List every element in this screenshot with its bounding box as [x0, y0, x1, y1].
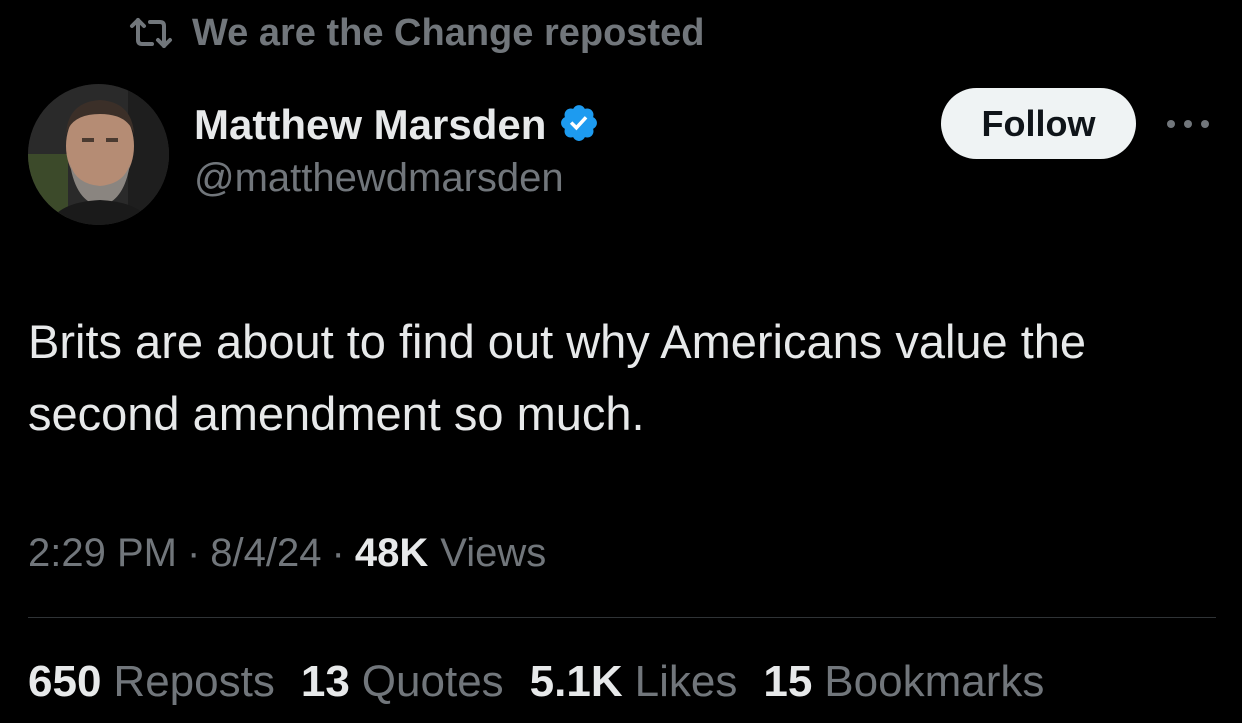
author-display-name[interactable]: Matthew Marsden [194, 101, 546, 149]
quotes-count: 13 [300, 657, 350, 706]
follow-button[interactable]: Follow [941, 88, 1136, 159]
meta-separator: · [186, 530, 201, 575]
avatar[interactable] [28, 84, 169, 225]
reposts-label: Reposts [113, 657, 275, 706]
bookmarks-label: Bookmarks [824, 657, 1045, 706]
bookmarks-stat[interactable]: 15 Bookmarks [763, 657, 1044, 707]
likes-count: 5.1K [529, 657, 623, 706]
likes-label: Likes [634, 657, 738, 706]
quotes-stat[interactable]: 13 Quotes [301, 657, 504, 707]
reposts-count: 650 [28, 657, 102, 706]
author-handle[interactable]: @matthewdmarsden [194, 156, 600, 201]
tweet-meta: 2:29 PM · 8/4/24 · 48K Views [28, 528, 546, 578]
views-label[interactable]: Views [440, 531, 546, 576]
tweet-text: Brits are about to find out why American… [28, 315, 1087, 440]
bookmarks-count: 15 [763, 657, 813, 706]
meta-separator: · [331, 530, 345, 575]
divider [28, 617, 1216, 618]
author-name-row[interactable]: Matthew Marsden [194, 98, 600, 152]
reposts-stat[interactable]: 650 Reposts [28, 657, 275, 707]
verified-badge-icon[interactable] [558, 102, 600, 149]
tweet-time[interactable]: 2:29 PM [28, 531, 177, 576]
tweet-date[interactable]: 8/4/24 [210, 531, 321, 576]
repost-context[interactable]: We are the Change reposted [128, 10, 704, 56]
engagement-stats: 650 Reposts 13 Quotes 5.1K Likes 15 Book… [28, 656, 1070, 708]
more-options-icon[interactable] [1165, 110, 1211, 138]
likes-stat[interactable]: 5.1K Likes [530, 657, 738, 707]
views-count[interactable]: 48K [355, 531, 428, 576]
author-block: Matthew Marsden @matthewdmarsden [194, 98, 600, 201]
quotes-label: Quotes [361, 657, 504, 706]
repost-icon [128, 16, 174, 50]
repost-context-text: We are the Change reposted [192, 11, 705, 54]
